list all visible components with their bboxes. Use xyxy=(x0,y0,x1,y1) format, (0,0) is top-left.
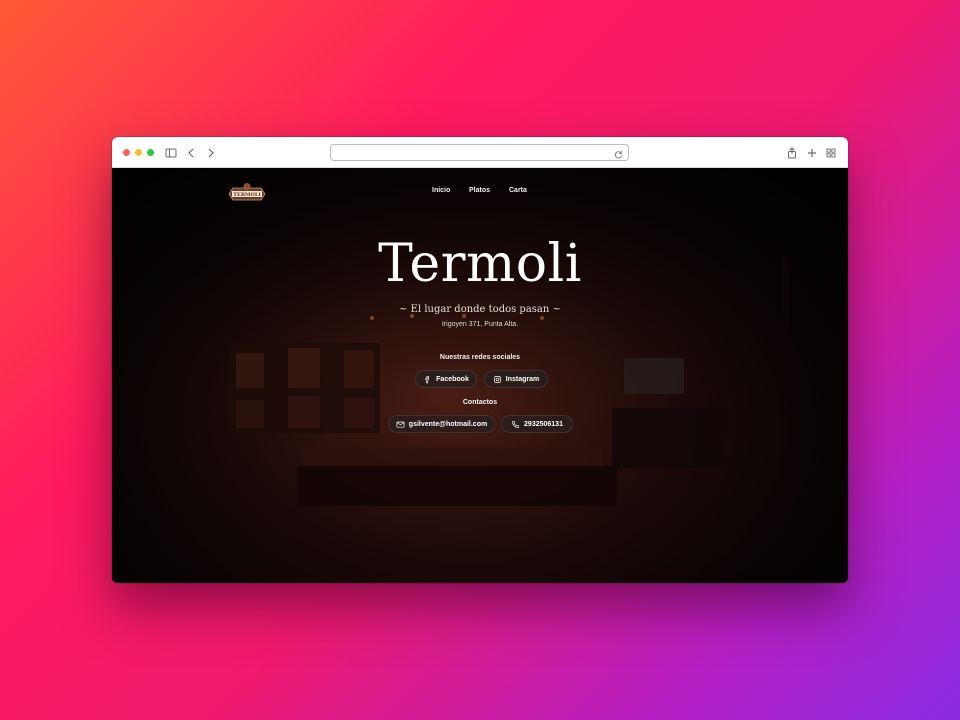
bar-background-image xyxy=(112,168,848,583)
hero-section: TERMOLI Inicio Platos Carta Termoli ~ El… xyxy=(112,168,848,583)
facebook-icon xyxy=(425,375,430,383)
email-button[interactable]: gsilvente@hotmail.com xyxy=(388,415,495,433)
nav-item-inicio[interactable]: Inicio xyxy=(432,187,450,194)
minimize-window-button[interactable] xyxy=(135,149,142,156)
tab-overview-icon[interactable] xyxy=(825,146,837,158)
page-title: Termoli xyxy=(378,234,582,294)
svg-text:TERMOLI: TERMOLI xyxy=(233,192,261,198)
sidebar-icon[interactable] xyxy=(165,146,177,158)
email-label: gsilvente@hotmail.com xyxy=(408,420,488,428)
forward-icon[interactable] xyxy=(205,146,217,158)
instagram-icon xyxy=(493,375,501,383)
nav-item-platos[interactable]: Platos xyxy=(469,187,490,194)
tagline: ~ El lugar donde todos pasan ~ xyxy=(399,304,561,315)
facebook-label: Facebook xyxy=(436,375,469,383)
new-tab-icon[interactable] xyxy=(806,146,818,158)
phone-button[interactable]: 2932506131 xyxy=(501,415,573,433)
phone-label: 2932506131 xyxy=(524,420,563,428)
browser-window: TERMOLI Inicio Platos Carta Termoli ~ El… xyxy=(112,137,848,583)
address-text: Irigoyen 371, Punta Alta. xyxy=(441,321,519,328)
address-bar[interactable] xyxy=(330,144,629,161)
back-icon[interactable] xyxy=(185,146,197,158)
zoom-window-button[interactable] xyxy=(147,149,154,156)
termoli-logo[interactable]: TERMOLI xyxy=(225,182,269,204)
social-heading: Nuestras redes sociales xyxy=(439,354,521,361)
contact-heading: Contactos xyxy=(462,399,498,406)
browser-toolbar xyxy=(112,137,848,168)
close-window-button[interactable] xyxy=(123,149,130,156)
nav-item-carta[interactable]: Carta xyxy=(509,187,527,194)
phone-icon xyxy=(512,420,519,428)
share-icon[interactable] xyxy=(786,146,798,159)
mail-icon xyxy=(396,421,405,428)
instagram-label: Instagram xyxy=(505,375,540,383)
facebook-button[interactable]: Facebook xyxy=(415,370,477,388)
instagram-button[interactable]: Instagram xyxy=(484,370,548,388)
reload-icon[interactable] xyxy=(613,147,624,159)
